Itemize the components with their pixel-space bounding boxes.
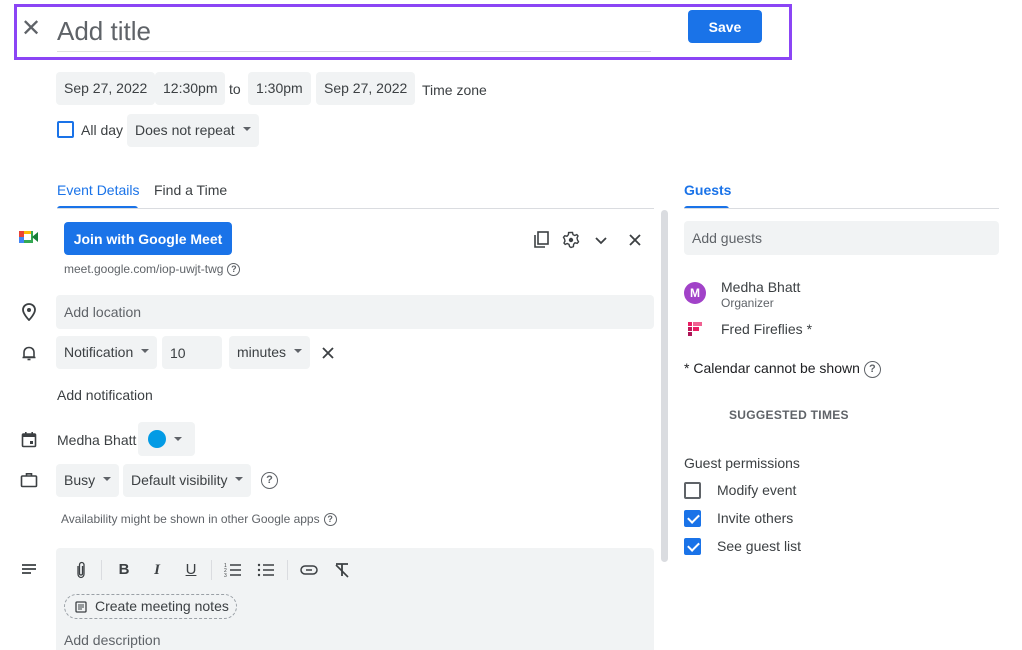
notification-type-value: Notification (64, 344, 134, 360)
link-icon[interactable] (297, 558, 321, 582)
bulleted-list-icon[interactable] (254, 558, 278, 582)
calendar-color-dropdown[interactable] (138, 422, 195, 456)
svg-text:3: 3 (224, 573, 227, 578)
briefcase-icon (20, 472, 38, 488)
fireflies-avatar-icon (686, 320, 704, 338)
caret-down-icon (294, 349, 303, 354)
notification-type-dropdown[interactable]: Notification (56, 336, 158, 369)
attachment-icon[interactable] (69, 558, 93, 582)
create-meeting-notes-label: Create meeting notes (95, 598, 229, 614)
all-day-label: All day (81, 122, 124, 138)
availability-note-text: Availability might be shown in other Goo… (61, 512, 320, 526)
toolbar-separator (211, 560, 212, 580)
avatar: M (684, 282, 706, 304)
calendar-note: * Calendar cannot be shown? (684, 360, 881, 378)
remove-meet-icon[interactable] (628, 233, 642, 247)
copy-icon[interactable] (533, 231, 550, 249)
invite-others-checkbox[interactable] (684, 510, 701, 527)
clear-formatting-icon[interactable] (330, 558, 354, 582)
all-day-checkbox[interactable] (57, 121, 74, 138)
bold-icon[interactable]: B (112, 558, 136, 582)
location-pin-icon (21, 303, 37, 322)
italic-icon[interactable]: I (145, 558, 169, 582)
description-lines-icon (21, 562, 37, 574)
toolbar-separator (101, 560, 102, 580)
calendar-icon (21, 431, 37, 448)
scrollbar[interactable] (661, 210, 668, 562)
tabs-divider (57, 208, 654, 209)
caret-down-icon (174, 437, 182, 441)
add-notification-button[interactable]: Add notification (57, 387, 153, 403)
caret-down-icon (235, 477, 244, 482)
caret-down-icon (242, 127, 251, 132)
visibility-help-icon[interactable]: ? (261, 472, 278, 489)
help-icon[interactable]: ? (227, 263, 241, 277)
repeat-dropdown[interactable]: Does not repeat (127, 114, 259, 147)
meet-link[interactable]: meet.google.com/iop-uwjt-twg? (64, 262, 241, 277)
join-google-meet-button[interactable]: Join with Google Meet (64, 222, 232, 255)
start-date-button[interactable]: Sep 27, 2022 (56, 72, 156, 105)
guest-name[interactable]: Fred Fireflies * (721, 321, 812, 337)
busy-status-value: Busy (64, 472, 96, 488)
guests-tab-divider (684, 208, 999, 209)
close-icon[interactable]: ✕ (20, 16, 42, 42)
invite-others-label: Invite others (717, 510, 794, 526)
location-input[interactable] (56, 295, 654, 329)
availability-note: Availability might be shown in other Goo… (61, 512, 337, 527)
modify-event-checkbox[interactable] (684, 482, 701, 499)
notification-amount-input[interactable] (162, 336, 222, 369)
underline-icon[interactable]: U (179, 558, 203, 582)
busy-status-dropdown[interactable]: Busy (56, 464, 120, 497)
guest-role: Organizer (721, 296, 774, 310)
bell-icon (21, 345, 37, 362)
to-label: to (229, 81, 241, 97)
notes-doc-icon (75, 601, 87, 613)
calendar-owner-name: Medha Bhatt (57, 432, 137, 448)
visibility-dropdown[interactable]: Default visibility (123, 464, 252, 497)
visibility-value: Default visibility (131, 472, 228, 488)
calendar-color-dot (148, 430, 166, 448)
description-placeholder[interactable]: Add description (64, 632, 161, 648)
availability-help-icon[interactable]: ? (323, 513, 337, 527)
google-meet-icon (19, 229, 39, 245)
end-time-button[interactable]: 1:30pm (248, 72, 311, 105)
notification-unit-value: minutes (237, 344, 287, 360)
calendar-note-text: * Calendar cannot be shown (684, 360, 860, 376)
see-guest-list-checkbox[interactable] (684, 538, 701, 555)
title-input[interactable] (57, 12, 651, 52)
time-zone-button[interactable]: Time zone (422, 82, 487, 98)
notification-unit-dropdown[interactable]: minutes (229, 336, 311, 369)
toolbar-separator (287, 560, 288, 580)
tab-guests[interactable]: Guests (684, 182, 731, 198)
numbered-list-icon[interactable]: 123 (221, 558, 245, 582)
caret-down-icon (103, 477, 112, 482)
meet-link-text: meet.google.com/iop-uwjt-twg (64, 262, 224, 276)
create-meeting-notes-button[interactable]: Create meeting notes (64, 594, 237, 619)
add-guests-input[interactable] (684, 221, 999, 255)
modify-event-label: Modify event (717, 482, 797, 498)
suggested-times-button[interactable]: SUGGESTED TIMES (729, 408, 849, 422)
calendar-note-help-icon[interactable]: ? (863, 360, 881, 378)
end-date-button[interactable]: Sep 27, 2022 (316, 72, 416, 105)
see-guest-list-label: See guest list (717, 538, 802, 554)
repeat-value: Does not repeat (135, 122, 235, 138)
caret-down-icon (141, 349, 150, 354)
settings-icon[interactable] (562, 231, 580, 249)
guest-permissions-title: Guest permissions (684, 455, 800, 471)
save-button[interactable]: Save (688, 10, 762, 43)
chevron-down-icon[interactable] (594, 234, 608, 246)
remove-notification-icon[interactable] (321, 346, 335, 360)
guest-name[interactable]: Medha Bhatt (721, 279, 800, 295)
start-time-button[interactable]: 12:30pm (155, 72, 226, 105)
tab-find-a-time[interactable]: Find a Time (154, 182, 227, 198)
tab-event-details[interactable]: Event Details (57, 182, 139, 198)
